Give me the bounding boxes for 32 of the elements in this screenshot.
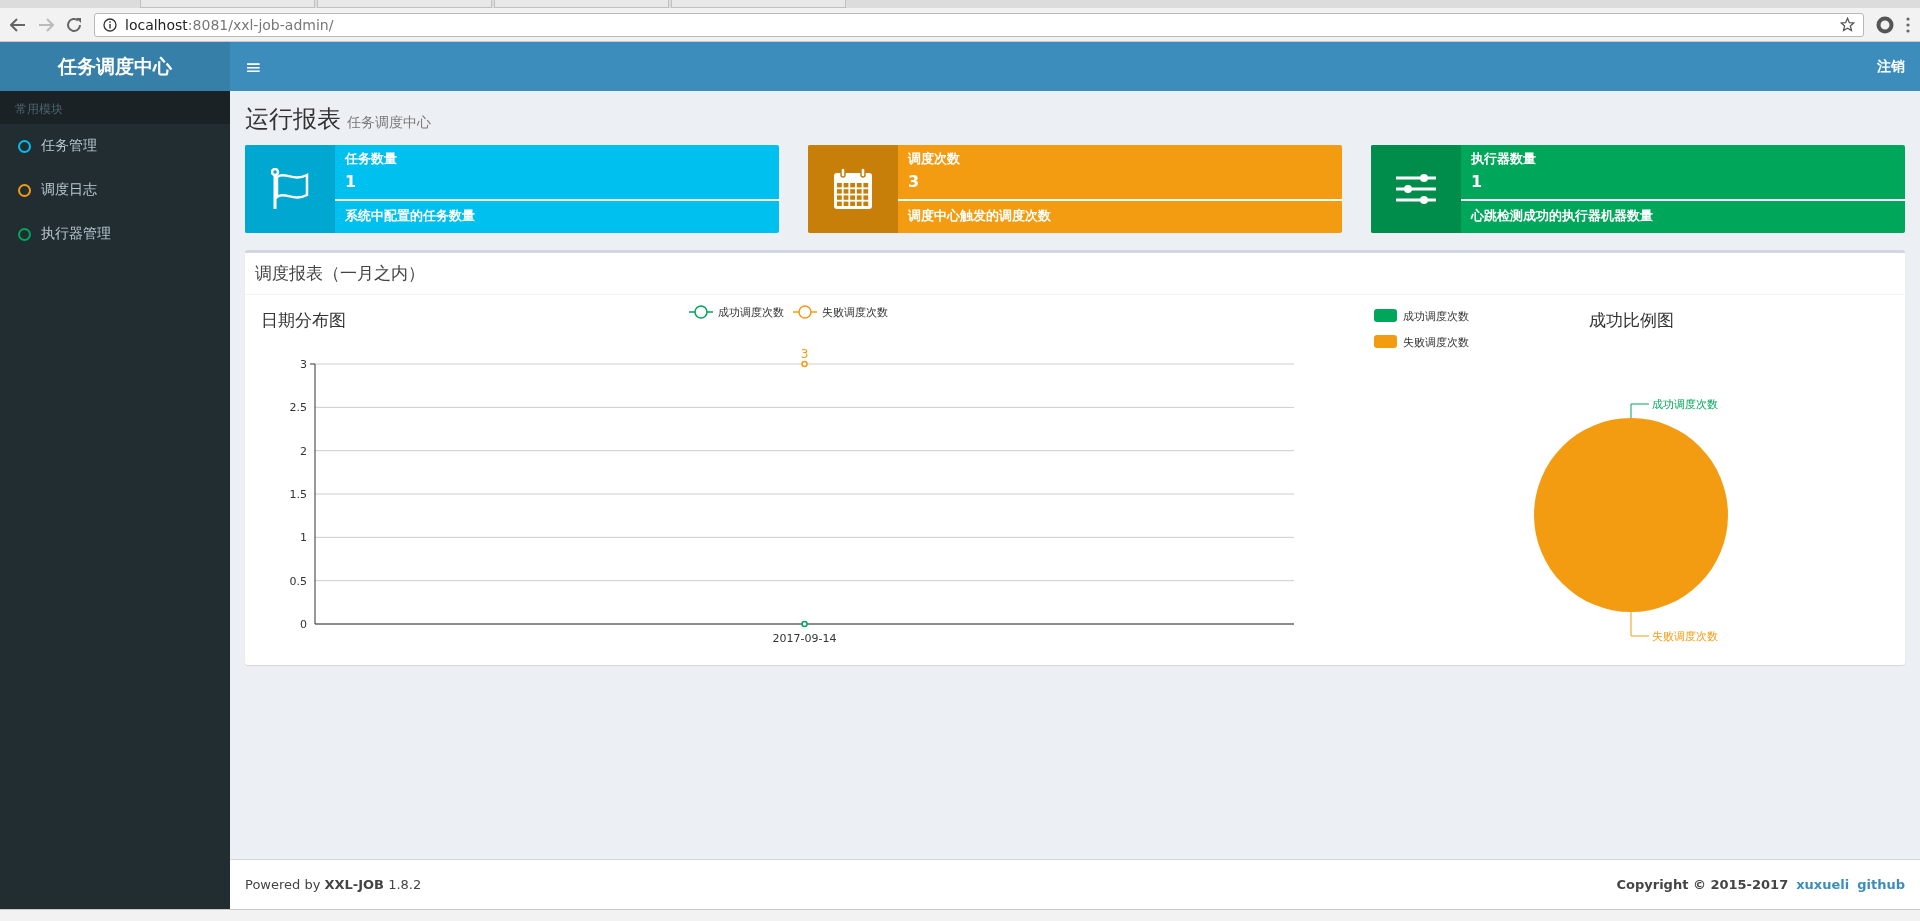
- chart-title: 成功比例图: [1588, 310, 1674, 330]
- info-box-title: 任务数量: [343, 150, 398, 168]
- info-box-description: 调度中心触发的调度次数: [906, 207, 1052, 225]
- axis-label: 2: [300, 444, 307, 458]
- axis-label: 2017-09-14: [772, 632, 837, 645]
- powered-by-text: Powered by XXL-JOB 1.8.2: [245, 877, 422, 892]
- info-box-description: 心跳检测成功的执行器机器数量: [1469, 207, 1654, 225]
- legend-label: 成功调度次数: [1403, 310, 1469, 323]
- info-box-number: 3: [907, 172, 921, 191]
- info-box-title: 调度次数: [906, 150, 961, 168]
- legend-label: 失败调度次数: [822, 306, 888, 319]
- axis-label: 1.5: [289, 488, 307, 501]
- legend-label: 失败调度次数: [1403, 336, 1469, 349]
- panel-title: 调度报表（一月之内）: [255, 262, 425, 285]
- page-title: 运行报表: [245, 104, 341, 135]
- sidebar-section-header: 常用模块: [0, 91, 230, 124]
- copyright-text: Copyright © 2015-2017: [1616, 877, 1789, 892]
- info-box-number: 1: [1470, 172, 1484, 191]
- axis-label: 3: [300, 358, 307, 371]
- axis-label: 1: [300, 531, 307, 545]
- page-subtitle: 任务调度中心: [347, 114, 431, 132]
- info-box-title: 执行器数量: [1470, 150, 1537, 168]
- data-label: 3: [800, 347, 809, 361]
- axis-label: 0.5: [289, 574, 307, 588]
- legend-label: 成功调度次数: [718, 306, 784, 319]
- info-box-number: 1: [344, 172, 358, 191]
- slice-label: 失败调度次数: [1652, 630, 1718, 643]
- slice-label: 成功调度次数: [1652, 398, 1718, 411]
- axis-label: 2.5: [289, 401, 307, 415]
- chart-title: 日期分布图: [261, 310, 346, 330]
- info-box-description: 系统中配置的任务数量: [344, 207, 476, 225]
- axis-label: 0: [300, 618, 307, 631]
